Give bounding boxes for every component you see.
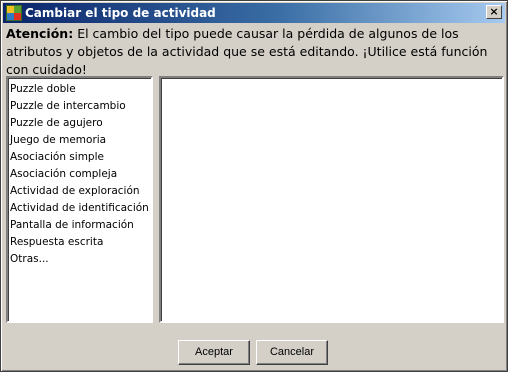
list-item[interactable]: Actividad de exploración [10,183,151,200]
accept-button[interactable]: Aceptar [178,340,250,365]
dialog-title: Cambiar el tipo de actividad [25,6,216,20]
activity-preview-panel [159,76,504,323]
warning-message: Atención: El cambio del tipo puede causa… [6,25,504,79]
list-item[interactable]: Pantalla de información [10,217,151,234]
close-button[interactable]: × [486,5,502,19]
list-item[interactable]: Juego de memoria [10,132,151,149]
cancel-button[interactable]: Cancelar [256,340,328,365]
title-bar[interactable]: Cambiar el tipo de actividad × [3,3,505,23]
list-item[interactable]: Asociación simple [10,149,151,166]
list-item[interactable]: Asociación compleja [10,166,151,183]
warning-text: El cambio del tipo puede causar la pérdi… [6,26,488,77]
warning-label: Atención: [6,26,74,41]
list-item[interactable]: Respuesta escrita [10,234,151,251]
list-item[interactable]: Actividad de identificación [10,200,151,217]
dialog-window: Cambiar el tipo de actividad × Atención:… [0,0,508,372]
list-item[interactable]: Puzzle de agujero [10,115,151,132]
list-item[interactable]: Puzzle doble [10,81,151,98]
list-item[interactable]: Otras... [10,251,151,268]
activity-type-list[interactable]: Puzzle doble Puzzle de intercambio Puzzle … [6,76,153,323]
app-icon [6,5,22,21]
list-item[interactable]: Puzzle de intercambio [10,98,151,115]
